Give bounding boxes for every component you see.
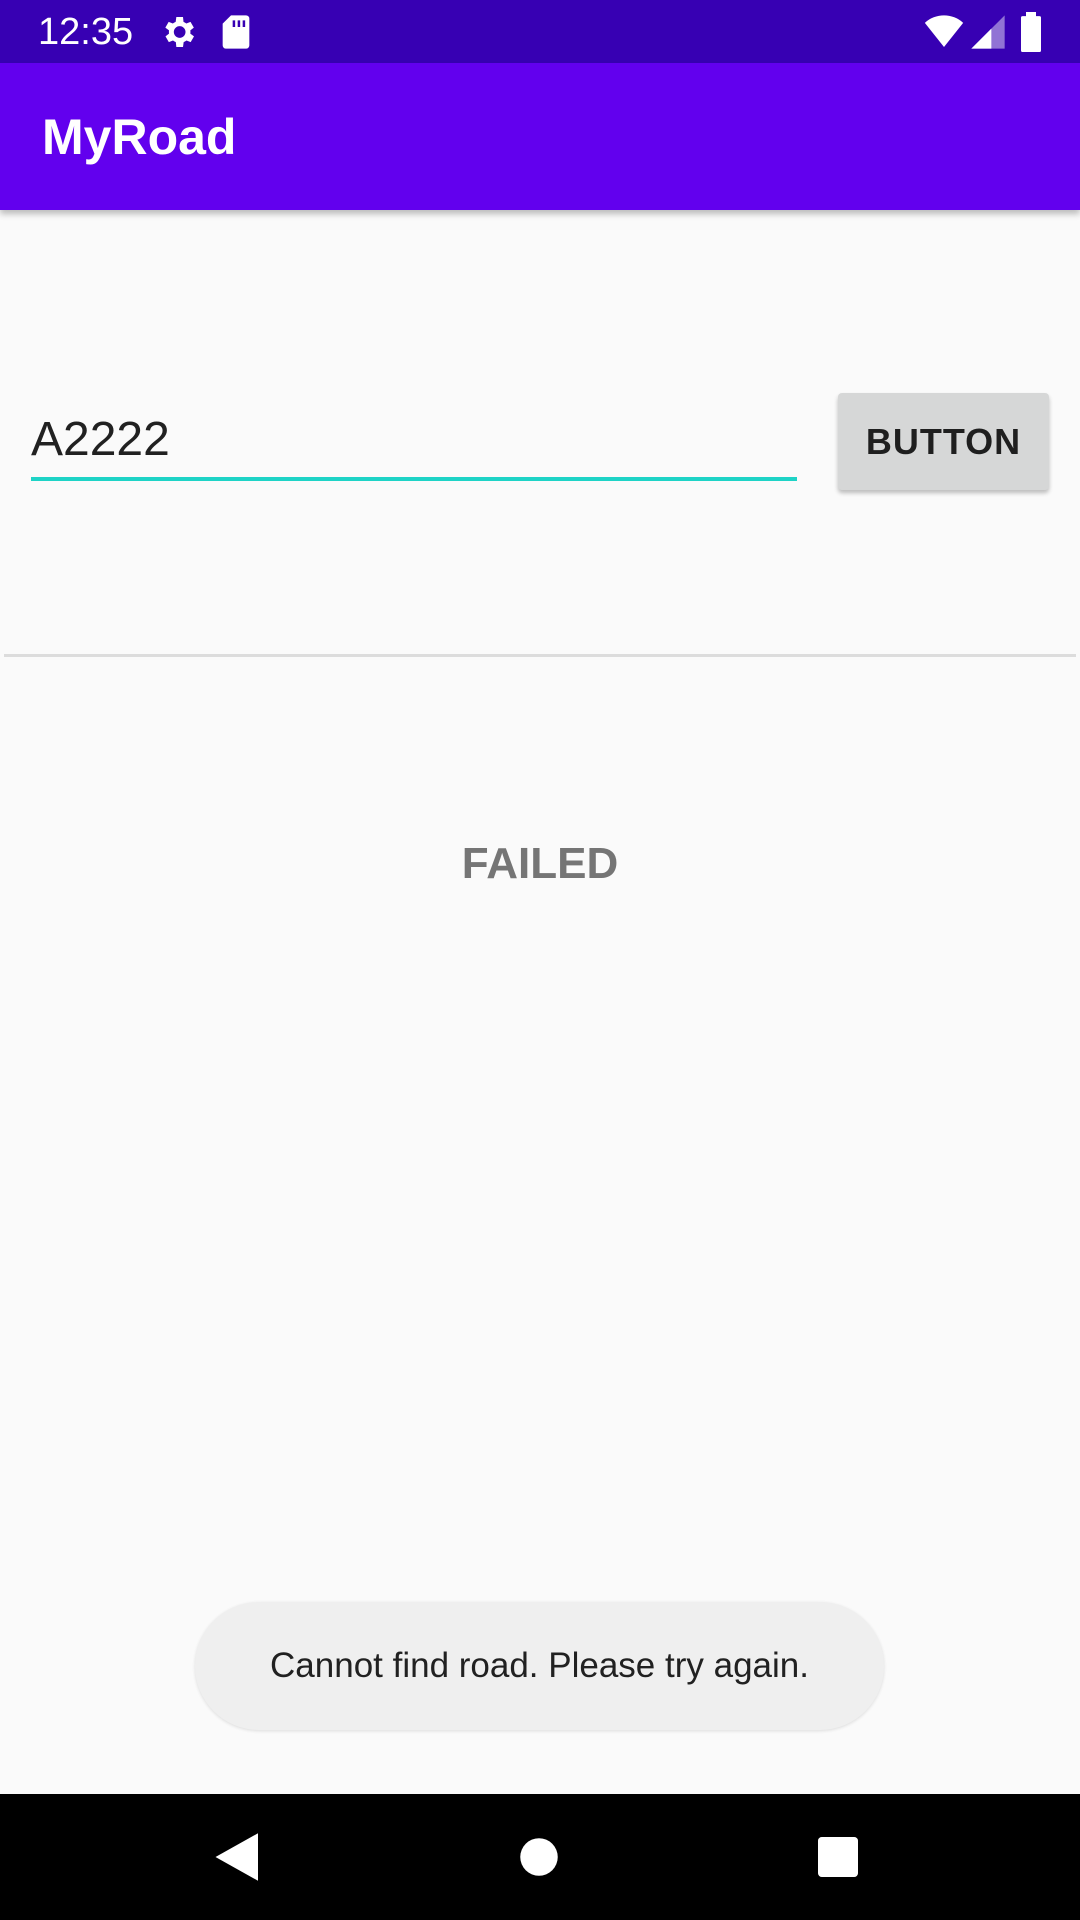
wifi-icon — [922, 12, 966, 52]
sd-card-icon — [216, 12, 256, 52]
app-title: MyRoad — [42, 109, 237, 165]
search-button[interactable]: BUTTON — [838, 393, 1049, 490]
app-bar: MyRoad — [0, 63, 1080, 210]
recents-icon[interactable] — [808, 1827, 868, 1887]
road-input[interactable] — [31, 405, 797, 475]
home-icon[interactable] — [509, 1827, 569, 1887]
status-bar: 12:35 — [0, 0, 1080, 63]
road-input-container — [31, 405, 797, 485]
toast: Cannot find road. Please try again. — [195, 1602, 884, 1730]
status-time: 12:35 — [38, 11, 134, 53]
signal-icon — [968, 12, 1008, 52]
toast-message: Cannot find road. Please try again. — [270, 1646, 809, 1685]
input-underline — [31, 477, 797, 481]
back-icon[interactable] — [208, 1827, 268, 1887]
nav-bar — [0, 1794, 1080, 1920]
result-status-text: FAILED — [461, 839, 619, 888]
screen: 12:35 MyRoad BUTTON FAILED Cannot find r… — [0, 0, 1080, 1920]
divider — [4, 654, 1076, 657]
battery-icon — [1016, 12, 1046, 52]
settings-icon — [158, 12, 198, 52]
